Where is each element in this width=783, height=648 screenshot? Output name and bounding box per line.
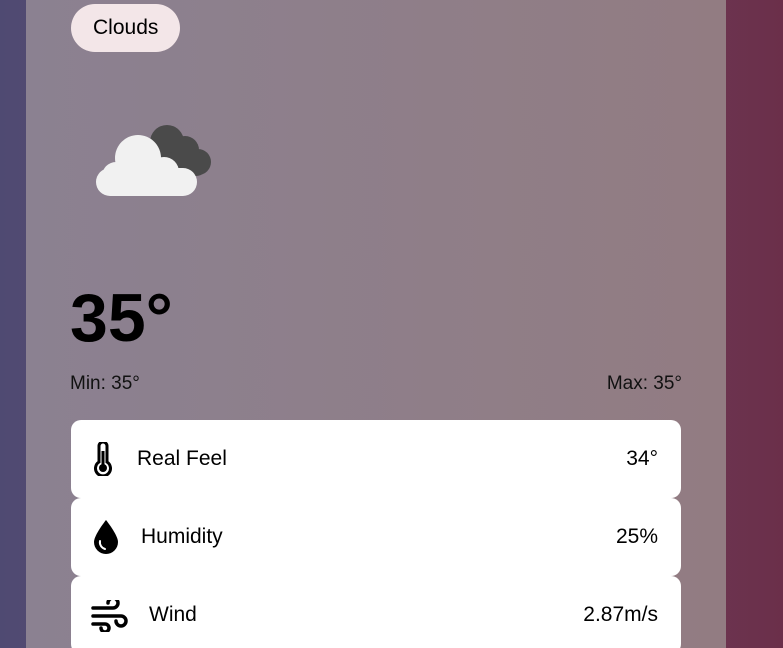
- detail-value: 25%: [615, 525, 658, 548]
- detail-value: 34°: [626, 447, 658, 470]
- detail-label: Wind: [149, 603, 197, 626]
- wind-icon: [91, 600, 128, 632]
- detail-row-wind: Wind 2.87m/s: [71, 576, 681, 648]
- weather-card: Clouds 35° Min: 35° Max: 35° Real Feel 3…: [26, 0, 726, 648]
- detail-row-real-feel: Real Feel 34°: [71, 420, 681, 498]
- current-temperature: 35°: [70, 280, 173, 356]
- min-temperature: Min: 35°: [70, 373, 140, 394]
- condition-badge: Clouds: [71, 4, 181, 52]
- max-temperature: Max: 35°: [606, 373, 682, 394]
- detail-label: Humidity: [141, 525, 223, 548]
- detail-value: 2.87m/s: [583, 603, 658, 626]
- detail-label: Real Feel: [137, 447, 227, 470]
- thermometer-icon: [94, 442, 112, 476]
- detail-row-humidity: Humidity 25%: [71, 498, 681, 576]
- clouds-icon: [96, 125, 211, 196]
- droplet-icon: [94, 520, 118, 554]
